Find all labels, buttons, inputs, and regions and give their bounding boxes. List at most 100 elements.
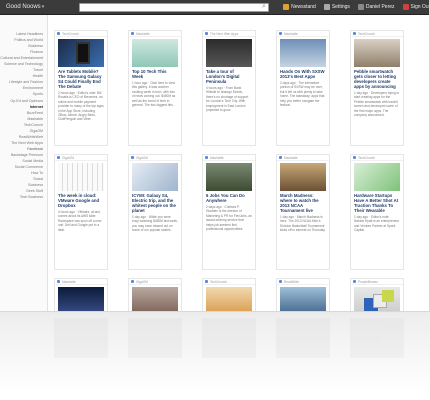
source-icon	[57, 280, 60, 283]
card-source: TechCrunch	[351, 155, 403, 161]
article-title[interactable]: The week in cloud: VMware Google and Dro…	[58, 193, 104, 208]
news-card[interactable]: MashableWeird Space Photo of the Day: 15…	[54, 278, 108, 311]
source-icon	[353, 32, 356, 35]
article-snippet: 1 hour ago · Click here to view this gal…	[132, 81, 176, 108]
brand-logo[interactable]: Good Noows▾	[6, 4, 44, 10]
source-icon	[57, 32, 60, 35]
article-snippet: 1 day ago · March Madness is here. The 2…	[280, 215, 326, 233]
news-card[interactable]: Mashable March Madness: where to watch th…	[276, 154, 330, 270]
article-snippet: 1 day ago · Editor's note: Nabeel Hyatt …	[354, 215, 400, 233]
reflection-block	[54, 318, 108, 358]
card-source: TechCrunch	[203, 279, 255, 285]
sidebar: Latest Headlines Politics and World Busine…	[0, 15, 48, 311]
news-card[interactable]: Mashable Hands On With SXSW 2013's Best A…	[276, 30, 330, 146]
article-thumbnail[interactable]	[354, 287, 400, 311]
article-thumbnail[interactable]	[58, 287, 104, 311]
article-thumbnail[interactable]	[132, 287, 178, 311]
source-icon	[279, 280, 282, 283]
card-source: ReadWrite	[277, 279, 329, 285]
article-snippet: 1 day ago · While you were busy watching…	[132, 215, 178, 233]
source-name: Mashable	[284, 155, 298, 160]
article-thumbnail[interactable]	[280, 287, 326, 311]
article-thumbnail[interactable]	[132, 39, 178, 67]
reflection-block	[128, 318, 182, 358]
news-card[interactable]: TechCrunch Pebble smartwatch gets closer …	[350, 30, 404, 146]
article-snippet: 1 day ago · Developers trying to start c…	[354, 91, 400, 118]
article-snippet: 2 days ago · The interactive portion of …	[280, 81, 325, 108]
article-title[interactable]: March Madness: where to watch the 2013 N…	[280, 193, 326, 213]
article-snippet: 2 hours ago · Editor's note: Bill Rosali…	[58, 91, 104, 122]
article-thumbnail[interactable]	[206, 287, 252, 311]
news-card[interactable]: Mashable 6 Jobs You Can Do Anywhere 2 days…	[202, 154, 256, 270]
article-title[interactable]: Pebble smartwatch gets closer to letting…	[354, 69, 400, 89]
search-input[interactable]: ⌕	[79, 2, 270, 12]
source-icon	[205, 156, 208, 159]
source-name: ReadWrite	[284, 279, 299, 284]
source-name: TechCrunch	[62, 31, 80, 36]
reflection-block	[202, 318, 256, 358]
card-source: Mashable	[277, 31, 329, 37]
card-source: Mashable	[277, 155, 329, 161]
screen-reflection	[0, 312, 430, 400]
article-title[interactable]: Are Tablets Mobile? The Samsung Galaxy S…	[58, 69, 104, 89]
article-snippet: 4 hours ago · From Bank Hillside to Isla…	[206, 86, 249, 113]
news-grid: TechCrunch Are Tablets Mobile? The Samsun…	[54, 30, 424, 311]
source-icon	[205, 280, 208, 283]
source-icon	[131, 156, 134, 159]
source-name: GigaOM	[136, 279, 148, 284]
article-title[interactable]: Top 10 Tech This Week	[132, 69, 178, 79]
article-thumbnail[interactable]	[280, 163, 326, 191]
source-name: Mashable	[284, 31, 298, 36]
newsstand-icon	[283, 4, 290, 10]
card-source: Mashable	[55, 279, 107, 285]
top-bar: Good Noows▾ ⌕ Newsstand Settings Daniel Pe…	[0, 0, 429, 15]
topbar-newsstand[interactable]: Newsstand	[283, 4, 316, 10]
article-title[interactable]: Hands On With SXSW 2013's Best Apps	[280, 69, 326, 79]
news-card[interactable]: GigaOM ICYMI: Galaxy S4, Electric trip, a…	[128, 154, 182, 270]
source-name: The Next Web Apps	[210, 31, 239, 36]
article-thumbnail[interactable]	[206, 163, 252, 191]
news-card[interactable]: PeopleBrowsr	[350, 278, 404, 311]
source-name: Mashable	[136, 31, 150, 36]
topbar-daniel-perez[interactable]: Daniel Perez	[357, 4, 395, 10]
reflection-block	[350, 318, 404, 358]
news-card[interactable]: TechCrunch	[202, 278, 256, 311]
news-card[interactable]: Mashable Top 10 Tech This Week 1 hour ago …	[128, 30, 182, 146]
article-thumbnail[interactable]	[206, 39, 252, 67]
reflection-block	[276, 318, 330, 358]
article-thumbnail[interactable]	[58, 163, 104, 191]
news-card[interactable]: The Next Web Apps Take a tour of London's…	[202, 30, 256, 146]
source-name: Mashable	[62, 279, 76, 284]
source-icon	[131, 280, 134, 283]
card-source: GigaOM	[55, 155, 107, 161]
article-thumbnail[interactable]	[58, 39, 104, 67]
card-source: Mashable	[129, 31, 181, 37]
article-thumbnail[interactable]	[354, 163, 400, 191]
article-title[interactable]: Hardware Startups Have A Better Shot At …	[354, 193, 400, 213]
source-name: Mashable	[210, 155, 224, 160]
news-card[interactable]: TechCrunch Hardware Startups Have A Bette…	[350, 154, 404, 270]
article-title[interactable]: 6 Jobs You Can Do Anywhere	[206, 193, 252, 203]
app-window: Good Noows▾ ⌕ Newsstand Settings Daniel Pe…	[0, 0, 430, 312]
card-source: PeopleBrowsr	[351, 279, 403, 285]
source-icon	[57, 156, 60, 159]
settings-icon	[323, 4, 330, 10]
card-source: GigaOM	[129, 155, 181, 161]
card-source: GigaOM	[129, 279, 181, 285]
search-icon[interactable]: ⌕	[262, 3, 266, 11]
news-card[interactable]: GigaOM	[128, 278, 182, 311]
source-icon	[279, 156, 282, 159]
article-title[interactable]: Take a tour of London's Digital Peninsul…	[206, 69, 252, 84]
news-card[interactable]: TechCrunch Are Tablets Mobile? The Samsun…	[54, 30, 108, 146]
article-title[interactable]: ICYMI: Galaxy S4, Electric trip, and the…	[132, 193, 178, 213]
news-card[interactable]: ReadWrite	[276, 278, 330, 311]
article-thumbnail[interactable]	[132, 163, 178, 191]
article-thumbnail[interactable]	[354, 39, 400, 67]
news-card[interactable]: GigaOM The week in cloud: VMware Google a…	[54, 154, 108, 270]
topbar-settings[interactable]: Settings	[323, 4, 350, 10]
brand-name: Good Noows	[6, 4, 41, 10]
topbar-item-label: Newsstand	[291, 4, 316, 10]
topbar-sign-out[interactable]: Sign Out	[402, 4, 429, 10]
sidebar-item-tech-business[interactable]: Tech Business	[0, 194, 47, 200]
article-thumbnail[interactable]	[280, 39, 326, 67]
